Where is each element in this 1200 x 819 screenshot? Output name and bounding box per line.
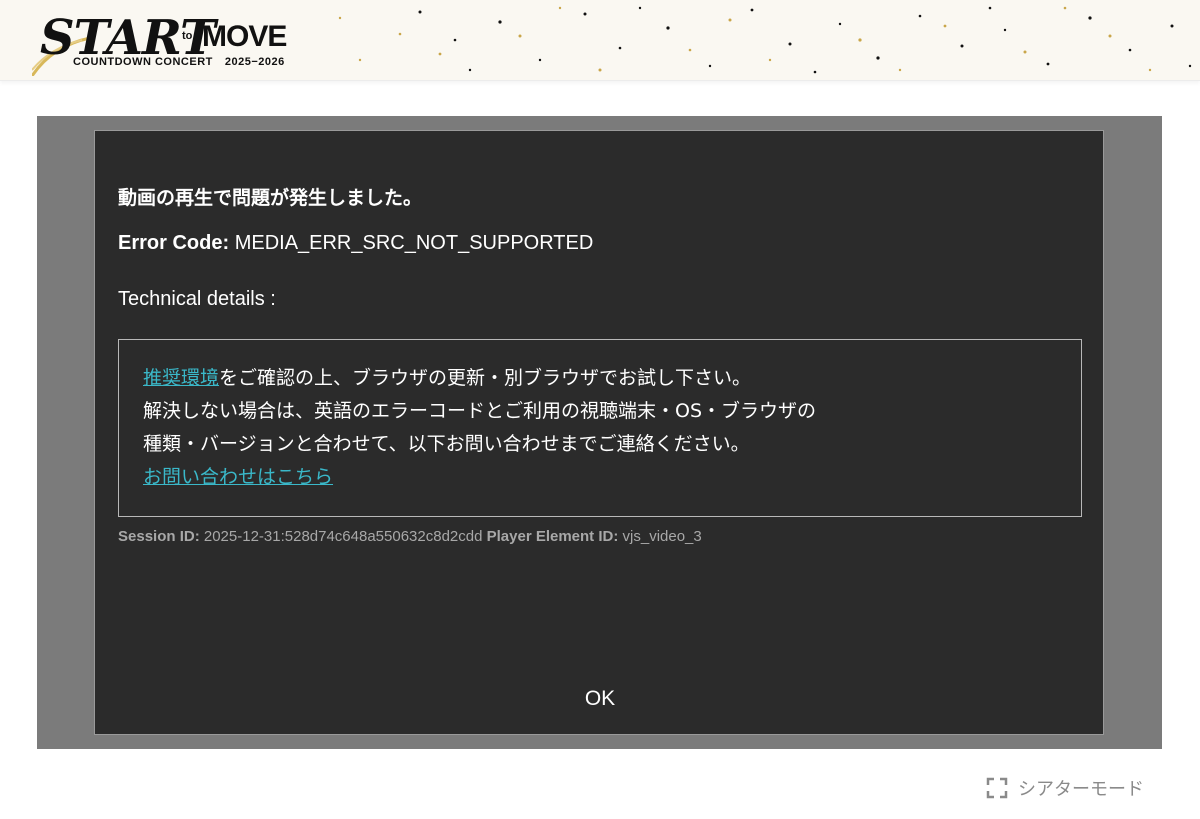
session-id-label: Session ID:	[118, 528, 200, 545]
technical-details-label: Technical details :	[118, 288, 276, 310]
message-line-1-text: をご確認の上、ブラウザの更新・別ブラウザでお試し下さい。	[219, 367, 752, 389]
message-line-3: 種類・バージョンと合わせて、以下お問い合わせまでご連絡ください。	[143, 433, 750, 455]
logo-years: 2025−2026	[224, 56, 285, 68]
error-message-box: 推奨環境をご確認の上、ブラウザの更新・別ブラウザでお試し下さい。 解決しない場合…	[118, 339, 1082, 517]
player-element-id-label: Player Element ID:	[486, 528, 619, 545]
logo-move-text: MOVE	[202, 20, 287, 53]
ok-button[interactable]: OK	[565, 681, 635, 717]
error-code-label: Error Code:	[118, 232, 230, 254]
error-code: Error Code: MEDIA_ERR_SRC_NOT_SUPPORTED	[118, 232, 593, 255]
recommended-environment-link[interactable]: 推奨環境	[143, 367, 219, 389]
error-dialog: 動画の再生で問題が発生しました。 Error Code: MEDIA_ERR_S…	[94, 130, 1104, 735]
session-info: Session ID: 2025-12-31:528d74c648a550632…	[118, 528, 702, 545]
video-player: 動画の再生で問題が発生しました。 Error Code: MEDIA_ERR_S…	[37, 116, 1162, 749]
theater-mode-button[interactable]: シアターモード	[986, 774, 1144, 802]
contact-link[interactable]: お問い合わせはこちら	[143, 466, 333, 488]
error-title: 動画の再生で問題が発生しました。	[118, 187, 423, 209]
player-element-id-value: vjs_video_3	[622, 528, 702, 545]
logo-to-text: to	[182, 30, 193, 42]
message-line-1: 推奨環境をご確認の上、ブラウザの更新・別ブラウザでお試し下さい。	[143, 362, 1081, 395]
message-line-4: お問い合わせはこちら	[143, 461, 1081, 494]
site-header: START to MOVE COUNTDOWN CONCERT 2025−2026	[0, 0, 1200, 81]
expand-icon	[986, 777, 1008, 799]
concert-logo[interactable]: START to MOVE COUNTDOWN CONCERT 2025−2026	[32, 8, 312, 76]
theater-mode-label: シアターモード	[1018, 779, 1144, 800]
error-code-value: MEDIA_ERR_SRC_NOT_SUPPORTED	[234, 232, 594, 254]
message-line-2: 解決しない場合は、英語のエラーコードとご利用の視聴端末・OS・ブラウザの	[143, 400, 817, 422]
logo-subtitle: COUNTDOWN CONCERT 2025−2026	[73, 56, 285, 68]
session-id-value: 2025-12-31:528d74c648a550632c8d2cdd	[203, 528, 483, 545]
logo-subtitle-text: COUNTDOWN CONCERT	[73, 56, 213, 68]
